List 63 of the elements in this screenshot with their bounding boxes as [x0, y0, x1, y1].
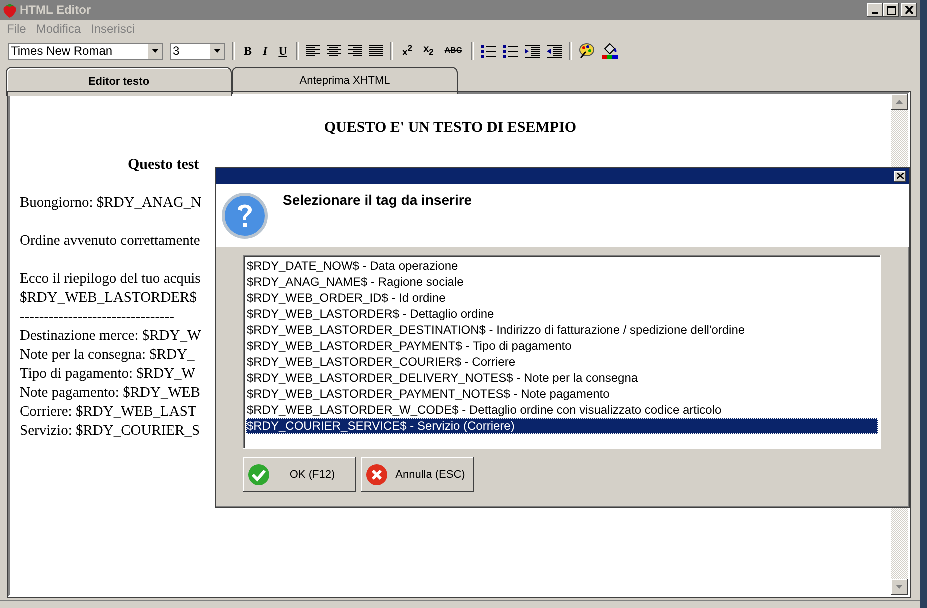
- tab[interactable]: Anteprima XHTML: [232, 67, 458, 94]
- list-item[interactable]: $RDY_WEB_LASTORDER_PAYMENT$ - Tipo di pagamento: [246, 338, 878, 354]
- close-button[interactable]: [894, 170, 906, 182]
- maximize-button[interactable]: [883, 3, 899, 17]
- document-subheading: Questo test: [128, 156, 200, 175]
- minimize-button[interactable]: [867, 3, 883, 17]
- document-line: --------------------------------: [20, 308, 175, 327]
- document-line: $RDY_WEB_LASTORDER$: [20, 289, 197, 308]
- indent-icon[interactable]: [525, 44, 540, 58]
- bullet-list-icon[interactable]: [503, 44, 518, 58]
- close-icon: [904, 6, 914, 14]
- tab[interactable]: Editor testo: [6, 67, 232, 96]
- format-button[interactable]: U: [276, 44, 290, 58]
- format-button[interactable]: x$_{2}$: [422, 43, 436, 59]
- document-line: Destinazione merce: $RDY_W: [20, 327, 202, 346]
- document-line: Corriere: $RDY_WEB_LAST: [20, 403, 197, 422]
- document-line: Servizio: $RDY_COURIER_S: [20, 422, 200, 441]
- cancel-button[interactable]: Annulla (ESC): [361, 457, 474, 492]
- palette-icon[interactable]: [579, 43, 596, 59]
- format-button[interactable]: I: [261, 44, 270, 58]
- document-line: Note per la consegna: $RDY_: [20, 346, 195, 365]
- align-left-icon[interactable]: [306, 45, 320, 57]
- format-button[interactable]: B: [242, 44, 254, 58]
- list-item[interactable]: $RDY_WEB_LASTORDER_DELIVERY_NOTES$ - Note per la consegna: [246, 370, 878, 386]
- document-line: Buongiorno: $RDY_ANAG_N: [20, 194, 202, 213]
- ok-button[interactable]: OK (F12): [243, 457, 356, 492]
- list-item[interactable]: $RDY_WEB_LASTORDER$ - Dettaglio ordine: [246, 306, 878, 322]
- list-item[interactable]: $RDY_WEB_ORDER_ID$ - Id ordine: [246, 290, 878, 306]
- check-icon: [248, 464, 270, 486]
- dropdown-arrow-icon: [214, 49, 220, 53]
- document-line: Note pagamento: $RDY_WEB: [20, 384, 200, 403]
- list-item[interactable]: $RDY_WEB_LASTORDER_PAYMENT_NOTES$ - Note pagamento: [246, 386, 878, 402]
- scroll-down-icon[interactable]: [891, 579, 908, 595]
- list-item[interactable]: $RDY_WEB_LASTORDER_COURIER$ - Corriere: [246, 354, 878, 370]
- paint-bucket-icon[interactable]: [602, 43, 618, 59]
- justify-icon[interactable]: [369, 45, 384, 57]
- list-item[interactable]: $RDY_WEB_LASTORDER_DESTINATION$ - Indirizzo di fatturazione / spedizione dell'ordine: [246, 322, 878, 338]
- document-line: Ordine avvenuto correttamente: [20, 232, 200, 251]
- document-heading: QUESTO E' UN TESTO DI ESEMPIO: [323, 119, 578, 138]
- window-title: HTML Editor: [20, 3, 92, 17]
- list-item[interactable]: $RDY_DATE_NOW$ - Data operazione: [246, 258, 878, 274]
- dialog-message: Selezionare il tag da inserire: [283, 192, 472, 208]
- list-item[interactable]: $RDY_ANAG_NAME$ - Ragione sociale: [246, 274, 878, 290]
- font-dropdown[interactable]: Times New Roman: [8, 42, 163, 60]
- format-button[interactable]: ABC: [442, 44, 464, 58]
- close-icon: [896, 173, 904, 179]
- align-center-icon[interactable]: [327, 45, 342, 57]
- format-button[interactable]: x$^{2}$: [400, 41, 415, 61]
- cancel-icon: [366, 464, 388, 486]
- close-button[interactable]: [901, 3, 917, 17]
- list-item[interactable]: $RDY_WEB_LASTORDER_W_CODE$ - Dettaglio ordine con visualizzato codice articolo: [246, 402, 878, 418]
- document-line: Tipo di pagamento: $RDY_W: [20, 365, 196, 384]
- question-icon: [222, 193, 268, 239]
- strawberry-icon: [3, 2, 17, 18]
- align-right-icon[interactable]: [348, 45, 362, 57]
- list-item[interactable]: $RDY_COURIER_SERVICE$ - Servizio (Corriere): [246, 418, 878, 434]
- size-dropdown[interactable]: 3: [170, 42, 225, 60]
- tag-list[interactable]: [243, 255, 881, 449]
- outdent-icon[interactable]: [547, 44, 562, 58]
- scroll-up-icon[interactable]: [891, 94, 908, 110]
- dropdown-arrow-icon: [152, 49, 158, 53]
- document-line: Ecco il riepilogo del tuo acquis: [20, 270, 201, 289]
- maximize-icon: [886, 6, 896, 14]
